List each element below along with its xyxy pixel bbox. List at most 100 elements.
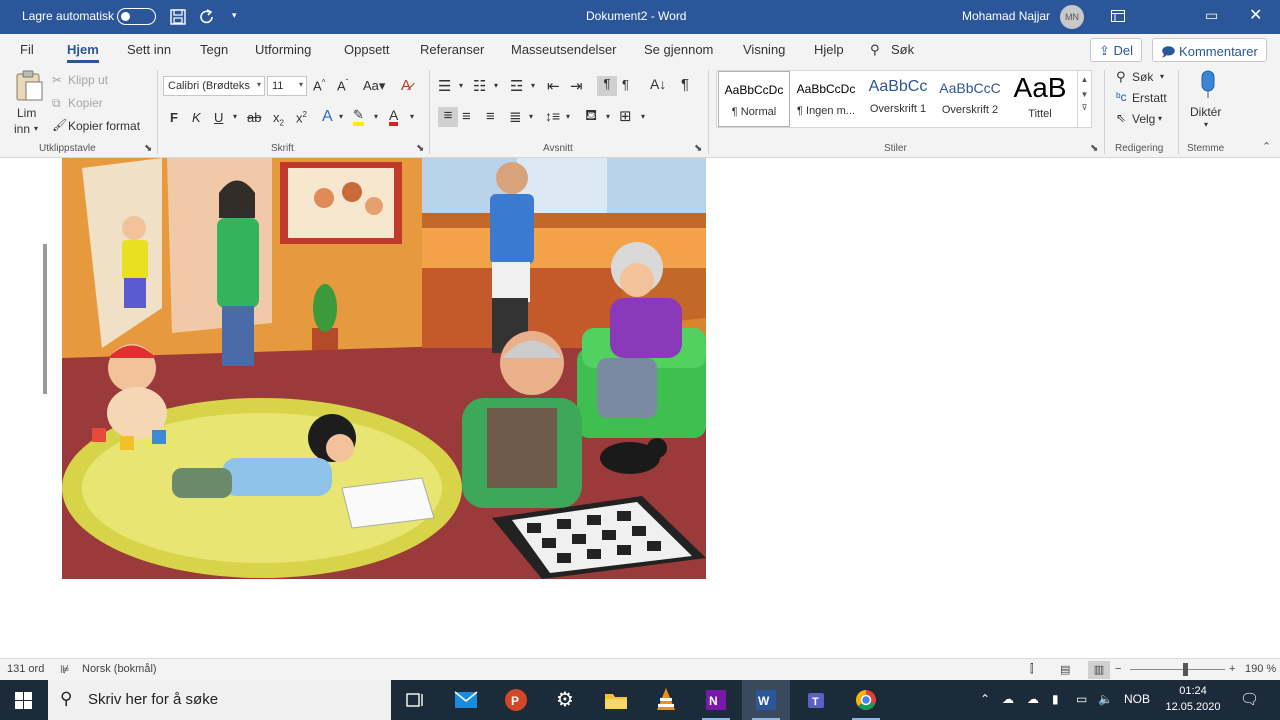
paste-button[interactable]: Lim inn ▾ xyxy=(10,70,48,136)
taskbar-search[interactable]: ⚲ Skriv her for å søke xyxy=(48,680,391,720)
onenote-icon[interactable]: N xyxy=(692,680,740,720)
vlc-icon[interactable] xyxy=(642,680,690,720)
style-no-spacing[interactable]: AaBbCcDc ¶ Ingen m... xyxy=(790,71,862,127)
onedrive-icon[interactable]: ☁ xyxy=(1002,692,1014,706)
chevron-down-icon[interactable]: ▾ xyxy=(529,112,533,121)
text-effects-icon[interactable]: A xyxy=(322,108,333,126)
font-size-combo[interactable]: 11 ▾ xyxy=(267,76,307,96)
zoom-out-icon[interactable]: − xyxy=(1115,663,1121,675)
shrink-font-icon[interactable]: Aˇ xyxy=(337,78,348,93)
highlight-icon[interactable]: ✎ xyxy=(353,108,364,126)
font-color-icon[interactable]: A xyxy=(389,108,399,126)
change-case-icon[interactable]: Aa▾ xyxy=(363,78,385,94)
align-left-icon[interactable]: ≡ xyxy=(438,107,458,127)
ribbon-display-options-icon[interactable] xyxy=(1111,10,1125,22)
share-button[interactable]: ⇪ Del xyxy=(1090,38,1143,62)
numbering-icon[interactable]: ☷ xyxy=(473,77,486,95)
chevron-down-icon[interactable]: ▾ xyxy=(459,81,463,90)
italic-button[interactable]: K xyxy=(192,110,201,125)
chevron-down-icon[interactable]: ▾ xyxy=(374,112,378,121)
close-icon[interactable]: ✕ xyxy=(1249,5,1262,25)
zoom-level[interactable]: 190 % xyxy=(1245,663,1276,675)
select-button[interactable]: Velg xyxy=(1132,112,1155,126)
dialog-launcher-icon[interactable]: ⬊ xyxy=(144,143,152,154)
chevron-down-icon[interactable]: ▾ xyxy=(566,112,570,121)
borders-icon[interactable]: ⊞ xyxy=(619,107,632,125)
read-mode-icon[interactable]: ▤ xyxy=(1060,663,1070,676)
tab-home[interactable]: Hjem xyxy=(67,42,99,63)
style-heading-2[interactable]: AaBbCcC Overskrift 2 xyxy=(934,71,1006,127)
zoom-thumb[interactable] xyxy=(1183,663,1188,676)
shading-icon[interactable]: ⛾ xyxy=(585,107,597,126)
collapse-ribbon-icon[interactable]: ⌃ xyxy=(1262,140,1271,153)
tab-help[interactable]: Hjelp xyxy=(814,42,844,57)
language[interactable]: Norsk (bokmål) xyxy=(82,663,157,675)
windows-start-icon[interactable] xyxy=(15,692,32,709)
save-icon[interactable] xyxy=(170,9,186,25)
chevron-down-icon[interactable]: ▾ xyxy=(410,112,414,121)
file-explorer-icon[interactable] xyxy=(592,680,640,720)
pen-icon[interactable]: ▮ xyxy=(1052,692,1059,706)
customize-qat-icon[interactable]: ▾ xyxy=(232,10,237,21)
cut-button[interactable]: Klipp ut xyxy=(68,73,108,87)
tab-mailings[interactable]: Masseutsendelser xyxy=(511,42,617,57)
multilevel-list-icon[interactable]: ☲ xyxy=(510,77,523,95)
rtl-icon[interactable]: ¶ xyxy=(622,77,629,92)
chevron-down-icon[interactable]: ▾ xyxy=(494,81,498,90)
chevron-down-icon[interactable]: ▾ xyxy=(339,112,343,121)
print-layout-icon[interactable]: ▥ xyxy=(1088,661,1110,679)
chevron-up-icon[interactable]: ⌃ xyxy=(980,692,990,706)
style-normal[interactable]: AaBbCcDc ¶ Normal xyxy=(718,71,790,127)
input-language[interactable]: NOB xyxy=(1124,692,1150,706)
bold-button[interactable]: F xyxy=(170,110,178,125)
word-count[interactable]: 131 ord xyxy=(7,663,44,675)
zoom-in-icon[interactable]: + xyxy=(1229,663,1235,675)
justify-icon[interactable]: ≣ xyxy=(509,108,522,126)
chevron-down-icon[interactable]: ▾ xyxy=(641,112,645,121)
powerpoint-icon[interactable]: P xyxy=(492,680,540,720)
style-heading-1[interactable]: AaBbCc Overskrift 1 xyxy=(862,71,934,127)
tab-insert[interactable]: Sett inn xyxy=(127,42,171,57)
chevron-down-icon[interactable]: ▾ xyxy=(1160,72,1164,81)
user-name[interactable]: Mohamad Najjar xyxy=(962,9,1050,23)
dictate-button[interactable]: Diktér ▾ xyxy=(1186,68,1230,134)
font-name-combo[interactable]: Calibri (Brødteks ▾ xyxy=(163,76,265,96)
styles-scroll[interactable]: ▲ ▼ ⊽ xyxy=(1077,71,1091,127)
align-right-icon[interactable]: ≡ xyxy=(486,108,495,125)
bullets-icon[interactable]: ☰ xyxy=(438,77,451,95)
format-painter-button[interactable]: Kopier format xyxy=(68,119,140,133)
clear-formatting-icon[interactable]: A̷ xyxy=(401,77,411,94)
replace-button[interactable]: Erstatt xyxy=(1132,91,1167,105)
ltr-icon[interactable]: ¶ xyxy=(597,76,617,96)
redo-icon[interactable] xyxy=(198,8,216,26)
notification-icon[interactable]: 🗨 xyxy=(1240,690,1259,708)
tab-layout[interactable]: Oppsett xyxy=(344,42,390,57)
onedrive-error-icon[interactable]: ☁ xyxy=(1027,692,1039,706)
autosave-toggle[interactable] xyxy=(117,8,156,25)
grow-font-icon[interactable]: A^ xyxy=(313,78,325,93)
chevron-down-icon[interactable]: ▾ xyxy=(531,81,535,90)
tab-file[interactable]: Fil xyxy=(20,42,34,57)
dialog-launcher-icon[interactable]: ⬊ xyxy=(694,143,702,154)
focus-icon[interactable]: ⫿ xyxy=(1030,663,1034,676)
task-view-icon[interactable] xyxy=(392,680,440,720)
proofing-icon[interactable]: ⊯ xyxy=(60,663,70,676)
subscript-icon[interactable]: x2 xyxy=(273,110,284,128)
superscript-icon[interactable]: x2 xyxy=(296,110,307,125)
battery-icon[interactable]: ▭ xyxy=(1076,692,1087,706)
chevron-down-icon[interactable]: ▼ xyxy=(1078,90,1091,99)
style-title[interactable]: AaB Tittel xyxy=(1006,71,1074,127)
restore-icon[interactable]: ▭ xyxy=(1205,7,1218,24)
mail-icon[interactable] xyxy=(442,680,490,720)
clock[interactable]: 01:24 12.05.2020 xyxy=(1158,683,1228,717)
settings-icon[interactable]: ⚙ xyxy=(542,680,590,720)
line-spacing-icon[interactable]: ↕≡ xyxy=(545,108,560,124)
more-styles-icon[interactable]: ⊽ xyxy=(1078,103,1091,112)
family-illustration[interactable] xyxy=(62,158,706,579)
tab-review[interactable]: Se gjennom xyxy=(644,42,713,57)
tab-view[interactable]: Visning xyxy=(743,42,785,57)
chevron-down-icon[interactable]: ▾ xyxy=(1158,114,1162,123)
decrease-indent-icon[interactable]: ⇤ xyxy=(547,77,560,95)
find-button[interactable]: Søk xyxy=(1132,70,1153,84)
chevron-down-icon[interactable]: ▾ xyxy=(233,112,237,121)
